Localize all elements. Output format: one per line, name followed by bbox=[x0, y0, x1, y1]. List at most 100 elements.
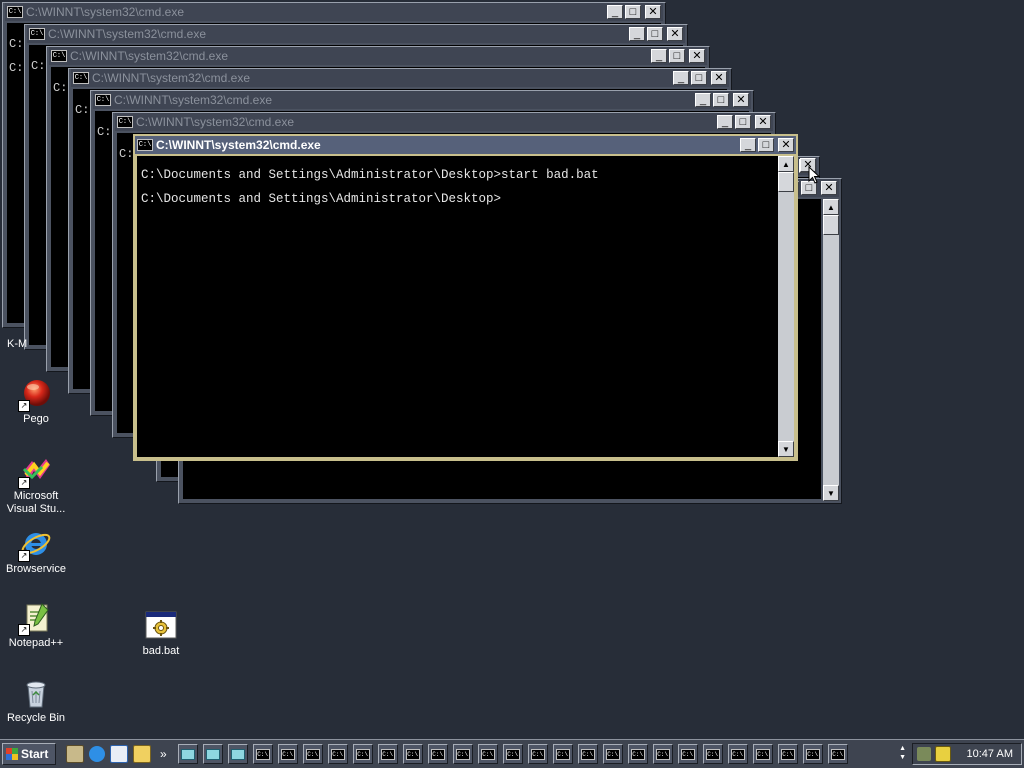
taskbar-notepad-task[interactable] bbox=[227, 744, 248, 764]
vertical-scrollbar[interactable]: ▲ ▼ bbox=[823, 199, 839, 501]
taskbar-cmd-task[interactable]: C:\ bbox=[627, 744, 648, 764]
taskbar-cmd-task[interactable]: C:\ bbox=[602, 744, 623, 764]
tray-network-icon[interactable] bbox=[917, 747, 931, 761]
desktop-icon-browservice[interactable]: ↗ Browservice bbox=[0, 528, 72, 576]
window-title: C:\WINNT\system32\cmd.exe bbox=[70, 49, 229, 63]
close-button[interactable]: ✕ bbox=[755, 115, 771, 129]
desktop-icon-notepadpp[interactable]: ↗ Notepad++ bbox=[0, 602, 72, 650]
maximize-button[interactable]: □ bbox=[713, 93, 729, 107]
maximize-button[interactable]: □ bbox=[758, 138, 774, 152]
quick-launch-overflow-chevron-icon[interactable]: » bbox=[160, 747, 167, 761]
cmd-icon: C:\ bbox=[355, 748, 370, 760]
desktop-icon-label: Notepad++ bbox=[8, 637, 64, 649]
taskbar-cmd-task[interactable]: C:\ bbox=[377, 744, 398, 764]
taskbar-cmd-task[interactable]: C:\ bbox=[727, 744, 748, 764]
close-button[interactable]: ✕ bbox=[778, 138, 794, 152]
title-bar[interactable]: C:\ C:\WINNT\system32\cmd.exe _ □ ✕ bbox=[115, 113, 773, 131]
taskbar-cmd-task[interactable]: C:\ bbox=[252, 744, 273, 764]
taskbar-cmd-task[interactable]: C:\ bbox=[402, 744, 423, 764]
minimize-button[interactable]: _ bbox=[717, 115, 733, 129]
scroll-down-arrow[interactable]: ▼ bbox=[778, 441, 794, 457]
desktop-icon-pego[interactable]: ↗ Pego bbox=[0, 378, 72, 426]
desktop-icon-label: bad.bat bbox=[142, 645, 180, 657]
close-button[interactable]: ✕ bbox=[645, 5, 661, 19]
title-bar[interactable]: C:\ C:\WINNT\system32\cmd.exe _ □ ✕ bbox=[49, 47, 707, 65]
maximize-button[interactable]: □ bbox=[625, 5, 641, 19]
title-bar[interactable]: C:\ C:\WINNT\system32\cmd.exe _ □ ✕ bbox=[71, 69, 729, 87]
taskbar-cmd-task[interactable]: C:\ bbox=[802, 744, 823, 764]
desktop-icon-recycle-bin[interactable]: Recycle Bin bbox=[0, 677, 72, 725]
vertical-scrollbar[interactable]: ▲ ▼ bbox=[778, 156, 794, 457]
taskbar-cmd-task[interactable]: C:\ bbox=[677, 744, 698, 764]
taskbar-cmd-task[interactable]: C:\ bbox=[577, 744, 598, 764]
cmd-icon: C:\ bbox=[430, 748, 445, 760]
taskbar-cmd-task[interactable]: C:\ bbox=[702, 744, 723, 764]
close-button[interactable]: ✕ bbox=[711, 71, 727, 85]
active-cmd-window[interactable]: C:\ C:\WINNT\system32\cmd.exe _ □ ✕ C:\Doc… bbox=[133, 134, 798, 461]
title-bar[interactable]: C:\ C:\WINNT\system32\cmd.exe _ □ ✕ bbox=[93, 91, 751, 109]
scroll-up-arrow[interactable]: ▲ bbox=[823, 199, 839, 215]
close-button[interactable]: ✕ bbox=[821, 181, 837, 195]
scroll-thumb[interactable] bbox=[778, 172, 794, 192]
desktop-icon-km[interactable]: K-M bbox=[0, 338, 41, 351]
console-area[interactable]: C:\Documents and Settings\Administrator\… bbox=[137, 156, 778, 457]
maximize-button[interactable]: □ bbox=[669, 49, 685, 63]
taskbar-cmd-task[interactable]: C:\ bbox=[502, 744, 523, 764]
taskbar-cmd-task[interactable]: C:\ bbox=[552, 744, 573, 764]
taskbar-cmd-task[interactable]: C:\ bbox=[477, 744, 498, 764]
taskbar-cmd-task[interactable]: C:\ bbox=[352, 744, 373, 764]
close-button[interactable]: ✕ bbox=[733, 93, 749, 107]
taskbar-scroll-arrows-icon[interactable]: ▲ ▼ bbox=[899, 744, 906, 762]
notepad-icon bbox=[205, 748, 220, 760]
window-title: C:\WINNT\system32\cmd.exe bbox=[92, 71, 251, 85]
desktop-icon-visual-studio[interactable]: ↗ Microsoft Visual Stu... bbox=[0, 455, 72, 516]
minimize-button[interactable]: _ bbox=[695, 93, 711, 107]
minimize-button[interactable]: _ bbox=[651, 49, 667, 63]
taskbar-notepad-task[interactable] bbox=[177, 744, 198, 764]
close-button[interactable]: ✕ bbox=[667, 27, 683, 41]
cmd-icon: C:\ bbox=[455, 748, 470, 760]
title-bar[interactable]: C:\ C:\WINNT\system32\cmd.exe _ □ ✕ bbox=[5, 3, 663, 21]
title-bar[interactable]: C:\ C:\WINNT\system32\cmd.exe _ □ ✕ bbox=[27, 25, 685, 43]
outlook-icon[interactable] bbox=[110, 745, 128, 763]
visual-studio-icon: ↗ bbox=[18, 455, 52, 489]
taskbar-cmd-task[interactable]: C:\ bbox=[302, 744, 323, 764]
ie-icon[interactable] bbox=[89, 746, 105, 762]
cmd-icon: C:\ bbox=[73, 72, 89, 84]
close-button[interactable]: ✕ bbox=[689, 49, 705, 63]
maximize-button[interactable]: □ bbox=[647, 27, 663, 41]
taskbar-cmd-task[interactable]: C:\ bbox=[427, 744, 448, 764]
tray-app-icon[interactable] bbox=[935, 746, 951, 762]
taskbar-cmd-task[interactable]: C:\ bbox=[327, 744, 348, 764]
console-text: C: bbox=[75, 103, 90, 117]
cmd-icon: C:\ bbox=[705, 748, 720, 760]
taskbar-cmd-task[interactable]: C:\ bbox=[652, 744, 673, 764]
taskbar-cmd-task[interactable]: C:\ bbox=[777, 744, 798, 764]
shortcut-arrow-icon: ↗ bbox=[18, 400, 30, 412]
taskbar-cmd-task[interactable]: C:\ bbox=[452, 744, 473, 764]
cmd-icon: C:\ bbox=[780, 748, 795, 760]
minimize-button[interactable]: _ bbox=[673, 71, 689, 85]
maximize-button[interactable]: □ bbox=[691, 71, 707, 85]
taskbar-cmd-task[interactable]: C:\ bbox=[277, 744, 298, 764]
minimize-button[interactable]: _ bbox=[629, 27, 645, 41]
desktop-icon-label: Recycle Bin bbox=[6, 712, 66, 724]
maximize-button[interactable]: □ bbox=[735, 115, 751, 129]
taskbar-cmd-task[interactable]: C:\ bbox=[527, 744, 548, 764]
minimize-button[interactable]: _ bbox=[607, 5, 623, 19]
scroll-thumb[interactable] bbox=[823, 215, 839, 235]
minimize-button[interactable]: _ bbox=[740, 138, 756, 152]
title-bar[interactable]: C:\ C:\WINNT\system32\cmd.exe _ □ ✕ bbox=[135, 136, 796, 154]
search-icon[interactable] bbox=[133, 745, 151, 763]
shortcut-arrow-icon: ↗ bbox=[18, 624, 30, 636]
start-button[interactable]: Start bbox=[2, 743, 56, 765]
taskbar-notepad-task[interactable] bbox=[202, 744, 223, 764]
taskbar-cmd-task[interactable]: C:\ bbox=[827, 744, 848, 764]
desktop-icon-bad-bat[interactable]: bad.bat bbox=[125, 610, 197, 658]
scroll-up-arrow[interactable]: ▲ bbox=[778, 156, 794, 172]
taskbar-cmd-task[interactable]: C:\ bbox=[752, 744, 773, 764]
shortcut-arrow-icon: ↗ bbox=[18, 477, 30, 489]
show-desktop-icon[interactable] bbox=[66, 745, 84, 763]
scroll-down-arrow[interactable]: ▼ bbox=[823, 485, 839, 501]
clock[interactable]: 10:47 AM bbox=[967, 748, 1013, 760]
